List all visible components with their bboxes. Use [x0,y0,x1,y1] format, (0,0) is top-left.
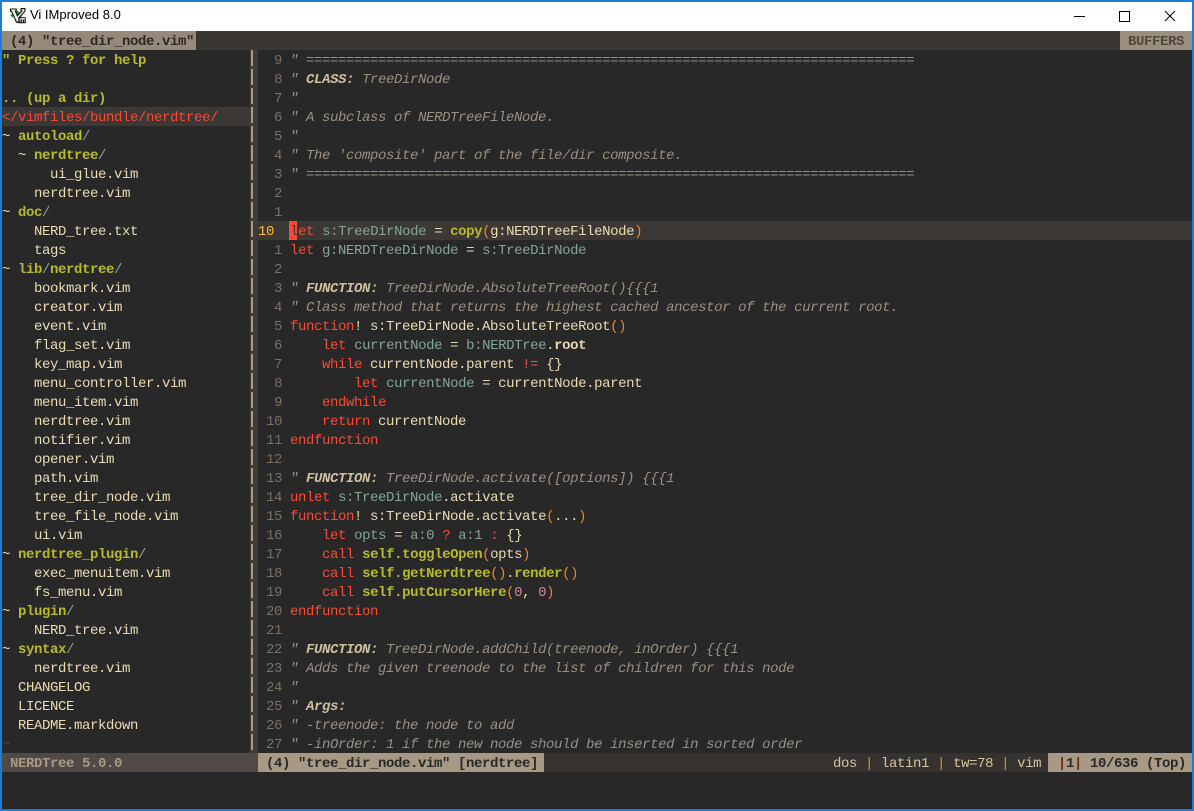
svg-text:im: im [19,17,26,24]
